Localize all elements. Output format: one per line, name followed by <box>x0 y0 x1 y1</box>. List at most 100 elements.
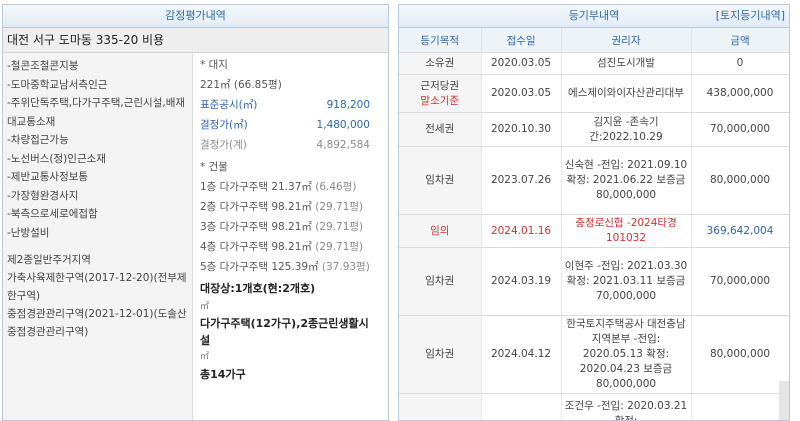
land-area: 221㎡ (66.85평) <box>200 75 388 95</box>
floor-pyeong: (29.71평) <box>315 201 363 213</box>
purpose-text: 임의 <box>401 224 479 239</box>
table-row: 전세권2020.10.30김지윤 -존속기간:2022.10.2970,000,… <box>399 113 789 147</box>
price-row: 결정가(계)4,892,584 <box>200 135 370 155</box>
households-label: 총14가구 <box>200 365 388 385</box>
floor-row: 2층 다가구주택 98.21㎡ (29.71평) <box>200 197 388 217</box>
price-row: 결정가(㎡)1,480,000 <box>200 115 370 135</box>
price-value: 4,892,584 <box>290 135 370 155</box>
holder-cell: 신숙현 -전입: 2021.09.10 확정: 2021.06.22 보증금 8… <box>561 147 691 215</box>
feature-item: -가장형완경사지 <box>7 187 192 206</box>
price-row: 표준공시(㎡)918,200 <box>200 95 370 115</box>
feature-item: -노선버스(정)인근소재 <box>7 150 192 169</box>
floor-row: 1층 다가구주택 21.37㎡ (6.46평) <box>200 177 388 197</box>
floor-text: 1층 다가구주택 21.37㎡ <box>200 181 312 193</box>
holder-cell: 김지윤 -존속기간:2022.10.29 <box>561 113 691 147</box>
amount-cell: 369,642,004 <box>691 215 789 248</box>
date-cell: 2023.07.26 <box>481 147 561 215</box>
zoning-item: 제2종일반주거지역 <box>7 251 192 269</box>
table-row: 임차권2024.04.12한국토지주택공사 대전충남지역본부 -전입: 2020… <box>399 316 789 394</box>
table-row: 임차권2023.07.26신숙현 -전입: 2021.09.10 확정: 202… <box>399 147 789 215</box>
purpose-cell: 임의 <box>399 215 481 248</box>
feature-item: -차량접근가능 <box>7 131 192 150</box>
floor-text: 5층 다가구주택 125.39㎡ <box>200 261 319 273</box>
date-cell: 2020.03.05 <box>481 53 561 75</box>
price-value: 918,200 <box>290 95 370 115</box>
purpose-text: 임차권 <box>401 274 479 289</box>
table-header-row: 등기목적 접수일 권리자 금액 <box>399 28 789 53</box>
purpose-cell: 소유권 <box>399 53 481 75</box>
property-address: 대전 서구 도마동 335-20 비용 <box>3 28 388 53</box>
appraisal-panel-title: 감정평가내역 <box>3 5 388 28</box>
registry-panel: 등기부내역 [토지등기내역] 등기목적 접수일 권리자 금액 소유권2020.0… <box>398 4 790 421</box>
table-row: 소유권2020.03.05섬진도시개발0 <box>399 53 789 75</box>
floor-row: 5층 다가구주택 125.39㎡ (37.93평) <box>200 257 388 277</box>
purpose-text: 소유권 <box>401 56 479 71</box>
zoning-item: 가축사육제한구역(2017-12-20)(전부제한구역) <box>7 269 192 305</box>
price-label: 결정가(계) <box>200 135 290 155</box>
floor-pyeong: (29.71평) <box>315 221 363 233</box>
price-label: 결정가(㎡) <box>200 115 290 135</box>
property-features: -철콘조철콘지붕-도마중학교남서측인근-주위단독주택,다가구주택,근린시설,배재… <box>3 53 193 421</box>
appraisal-values: * 대지 221㎡ (66.85평) 표준공시(㎡)918,200결정가(㎡)1… <box>194 53 388 421</box>
unit-label: ㎡ <box>200 349 388 365</box>
building-header: * 건물 <box>200 157 388 177</box>
purpose-text: 임차권 <box>401 347 479 362</box>
table-row: 근저당권말소기준2020.03.05에스제이와이자산관리대부438,000,00… <box>399 75 789 113</box>
column-header: 접수일 <box>481 28 561 53</box>
amount-cell: 0 <box>691 53 789 75</box>
purpose-cell: 근저당권말소기준 <box>399 75 481 113</box>
feature-item: -주위단독주택,다가구주택,근린시설,배재대교통소재 <box>7 94 192 131</box>
amount-cell: 438,000,000 <box>691 75 789 113</box>
date-cell: 2024.01.16 <box>481 215 561 248</box>
holder-cell: 에스제이와이자산관리대부 <box>561 75 691 113</box>
floor-pyeong: (37.93평) <box>322 261 370 273</box>
purpose-cell: 임차권 <box>399 316 481 394</box>
purpose-cell: 임차권 <box>399 147 481 215</box>
purpose-text: 임차권 <box>401 173 479 188</box>
baseline-label: 말소기준 <box>401 94 479 109</box>
feature-item: -철콘조철콘지붕 <box>7 57 192 76</box>
land-header: * 대지 <box>200 55 388 75</box>
date-cell: 2020.03.05 <box>481 75 561 113</box>
floor-text: 4층 다가구주택 98.21㎡ <box>200 241 312 253</box>
floor-pyeong: (6.46평) <box>315 181 356 193</box>
holder-cell: 조건우 -전입: 2020.03.21 확정: <box>561 394 691 421</box>
amount-cell <box>691 394 789 421</box>
purpose-cell <box>399 394 481 421</box>
table-row: 임의2024.01.16충청로신협 -2024타경101032369,642,0… <box>399 215 789 248</box>
zoning-item: 중점경관관리구역(2021-12-01)(도솔산중점경관관리구역) <box>7 305 192 341</box>
registry-panel-header: 등기부내역 [토지등기내역] <box>399 5 789 28</box>
target-label: 대장상:1개호(현:2개호) <box>200 279 388 299</box>
holder-cell: 섬진도시개발 <box>561 53 691 75</box>
unit-label: ㎡ <box>200 299 388 315</box>
holder-cell: 한국토지주택공사 대전충남지역본부 -전입: 2020.05.13 확정: 20… <box>561 316 691 394</box>
feature-item: -도마중학교남서측인근 <box>7 76 192 95</box>
floor-text: 2층 다가구주택 98.21㎡ <box>200 201 312 213</box>
column-header: 권리자 <box>561 28 691 53</box>
floor-pyeong: (29.71평) <box>315 241 363 253</box>
floor-row: 4층 다가구주택 98.21㎡ (29.71평) <box>200 237 388 257</box>
date-cell: 2024.03.19 <box>481 248 561 316</box>
column-header: 금액 <box>691 28 789 53</box>
date-cell <box>481 394 561 421</box>
purpose-cell: 임차권 <box>399 248 481 316</box>
land-registry-link[interactable]: [토지등기내역] <box>716 5 785 27</box>
floor-row: 3층 다가구주택 98.21㎡ (29.71평) <box>200 217 388 237</box>
table-row: 조건우 -전입: 2020.03.21 확정: <box>399 394 789 421</box>
feature-item: -북측으로세로에접함 <box>7 205 192 224</box>
purpose-cell: 전세권 <box>399 113 481 147</box>
date-cell: 2020.10.30 <box>481 113 561 147</box>
registry-panel-title: 등기부내역 <box>569 9 620 22</box>
appraisal-panel: 감정평가내역 대전 서구 도마동 335-20 비용 -철콘조철콘지붕-도마중학… <box>2 4 389 421</box>
column-header: 등기목적 <box>399 28 481 53</box>
feature-item: -난방설비 <box>7 224 192 243</box>
price-label: 표준공시(㎡) <box>200 95 290 115</box>
floor-text: 3층 다가구주택 98.21㎡ <box>200 221 312 233</box>
amount-cell: 70,000,000 <box>691 248 789 316</box>
holder-cell: 이현주 -전입: 2021.03.30 확정: 2021.03.11 보증금 7… <box>561 248 691 316</box>
scrollbar[interactable] <box>779 381 789 421</box>
feature-item: -제반교통사정보통 <box>7 168 192 187</box>
date-cell: 2024.04.12 <box>481 316 561 394</box>
holder-cell: 충청로신협 -2024타경101032 <box>561 215 691 248</box>
price-value: 1,480,000 <box>290 115 370 135</box>
